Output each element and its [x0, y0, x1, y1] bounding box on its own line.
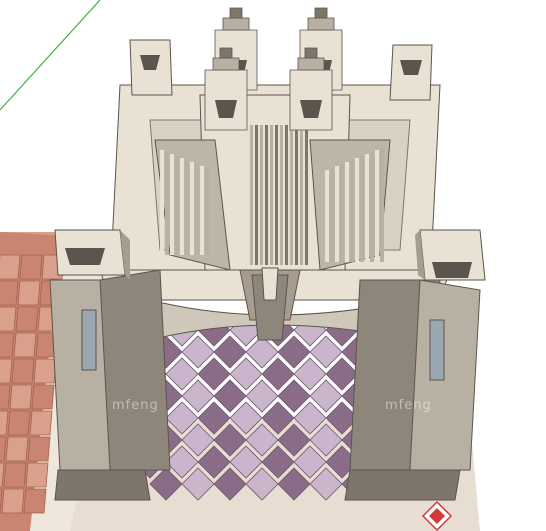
model-facet	[13, 332, 37, 358]
model-facet	[9, 384, 33, 410]
model-facet	[170, 154, 174, 255]
model-facet	[345, 162, 349, 262]
model-facet	[1, 488, 25, 514]
model-facet	[185, 160, 189, 255]
model-facet	[5, 436, 29, 462]
model-facet	[29, 410, 53, 436]
model-facet	[3, 462, 27, 488]
model-facet	[365, 154, 369, 262]
model-facet	[297, 57, 325, 71]
model-facet	[304, 47, 318, 59]
model-facet	[380, 148, 384, 262]
model-scene	[0, 0, 546, 531]
model-facet	[350, 160, 354, 262]
model-facet	[33, 358, 57, 384]
model-facet	[280, 125, 283, 265]
model-facet	[330, 168, 334, 262]
model-facet	[190, 162, 194, 255]
model-facet	[285, 125, 288, 265]
model-facet	[0, 358, 13, 384]
model-facet	[314, 7, 328, 19]
model-facet	[360, 156, 364, 262]
model-facet	[300, 125, 303, 265]
model-facet	[270, 125, 273, 265]
model-facet	[205, 168, 209, 255]
model-facet	[335, 166, 339, 262]
green-axis-line	[0, 0, 101, 111]
model-facet	[275, 125, 278, 265]
model-facet	[0, 306, 17, 332]
model-facet	[0, 280, 19, 306]
model-facet	[255, 125, 258, 265]
model-facet	[7, 410, 31, 436]
model-facet	[250, 125, 253, 265]
model-facet	[370, 152, 374, 262]
model-facet	[355, 158, 359, 262]
model-facet	[290, 125, 293, 265]
model-facet	[15, 306, 39, 332]
3d-viewport[interactable]: mfeng mfeng	[0, 0, 546, 531]
model-facet	[165, 152, 169, 255]
model-facet	[17, 280, 41, 306]
model-facet	[295, 125, 298, 265]
model-facet	[229, 7, 243, 19]
model-facet	[340, 164, 344, 262]
model-facet	[325, 170, 329, 262]
model-facet	[307, 17, 335, 31]
model-facet	[19, 254, 43, 280]
model-facet	[222, 17, 250, 31]
model-facet	[195, 164, 199, 255]
model-facet	[0, 254, 21, 280]
model-facet	[23, 488, 47, 514]
model-facet	[375, 150, 379, 262]
model-facet	[175, 156, 179, 255]
model-facet	[11, 358, 35, 384]
model-facet	[0, 384, 11, 410]
model-facet	[31, 384, 55, 410]
model-facet	[180, 158, 184, 255]
model-facet	[219, 47, 233, 59]
model-facet	[0, 332, 15, 358]
model-facet	[212, 57, 240, 71]
model-facet	[25, 462, 49, 488]
model-facet	[260, 125, 263, 265]
model-facet	[305, 125, 308, 265]
model-facet	[200, 166, 204, 255]
model-facet	[160, 150, 164, 255]
model-facet	[27, 436, 51, 462]
model-facet	[265, 125, 268, 265]
